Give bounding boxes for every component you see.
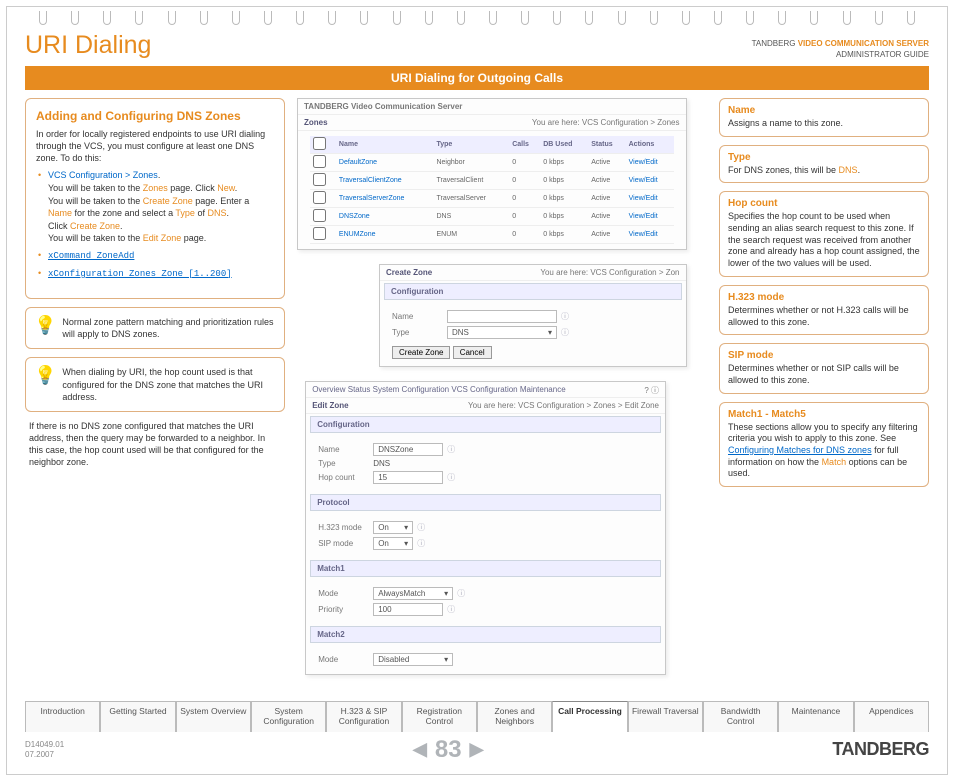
tab-appendices[interactable]: Appendices xyxy=(854,701,929,732)
prev-arrow-icon[interactable]: ◀ xyxy=(413,739,427,760)
help-icon[interactable]: ? ⓘ xyxy=(644,385,659,396)
tab-introduction[interactable]: Introduction xyxy=(25,701,100,732)
tip-text: Normal zone pattern matching and priorit… xyxy=(62,316,276,340)
spiral-binding xyxy=(7,7,947,27)
annot-hopcount: Hop countSpecifies the hop count to be u… xyxy=(719,191,929,276)
info-icon[interactable]: ⓘ xyxy=(561,311,569,322)
tab-zones-and-neighbors[interactable]: Zones and Neighbors xyxy=(477,701,552,732)
tab-getting-started[interactable]: Getting Started xyxy=(100,701,175,732)
tab-system-configuration[interactable]: System Configuration xyxy=(251,701,326,732)
priority-input[interactable]: 100 xyxy=(373,603,443,616)
note-text: If there is no DNS zone configured that … xyxy=(25,420,285,469)
page-number: 83 xyxy=(435,736,462,764)
sip-select[interactable]: On▾ xyxy=(373,537,413,550)
info-icon[interactable]: ⓘ xyxy=(447,472,455,483)
brand-logo: TANDBERG xyxy=(832,739,929,760)
zones-screenshot: TANDBERG Video Communication Server Zone… xyxy=(297,98,687,250)
annot-type: TypeFor DNS zones, this will be DNS. xyxy=(719,145,929,184)
right-column: NameAssigns a name to this zone. TypeFor… xyxy=(719,98,929,689)
tip-box: 💡 Normal zone pattern matching and prior… xyxy=(25,307,285,349)
info-icon[interactable]: ⓘ xyxy=(417,538,425,549)
pager: ◀ 83 ▶ xyxy=(413,736,483,764)
select-all-checkbox[interactable] xyxy=(313,137,326,150)
info-icon[interactable]: ⓘ xyxy=(457,588,465,599)
type-select[interactable]: DNS▾ xyxy=(447,326,557,339)
step-item: xConfiguration Zones Zone [1..200] xyxy=(36,267,274,281)
xconfig-link[interactable]: xConfiguration Zones Zone [1..200] xyxy=(48,269,232,279)
annot-h323: H.323 modeDetermines whether or not H.32… xyxy=(719,285,929,335)
doc-id: D14049.0107.2007 xyxy=(25,740,64,759)
annot-sip: SIP modeDetermines whether or not SIP ca… xyxy=(719,343,929,393)
left-column: Adding and Configuring DNS Zones In orde… xyxy=(25,98,285,689)
header: URI Dialing TANDBERG VIDEO COMMUNICATION… xyxy=(7,27,947,66)
ribbon: URI Dialing for Outgoing Calls xyxy=(25,66,929,90)
step-item: VCS Configuration > Zones. You will be t… xyxy=(36,169,274,245)
lightbulb-icon: 💡 xyxy=(34,366,56,384)
config-matches-link[interactable]: Configuring Matches for DNS zones xyxy=(728,445,872,455)
chevron-down-icon: ▾ xyxy=(444,655,448,664)
info-icon[interactable]: ⓘ xyxy=(447,444,455,455)
row-checkbox[interactable] xyxy=(313,155,326,168)
chevron-down-icon: ▾ xyxy=(444,589,448,598)
info-icon[interactable]: ⓘ xyxy=(417,522,425,533)
tab-call-processing[interactable]: Call Processing xyxy=(552,701,627,732)
zones-table: NameTypeCallsDB UsedStatusActions Defaul… xyxy=(310,136,674,244)
h323-select[interactable]: On▾ xyxy=(373,521,413,534)
tip-text: When dialing by URI, the hop count used … xyxy=(62,366,276,402)
annot-match: Match1 - Match5These sections allow you … xyxy=(719,402,929,487)
header-right: TANDBERG VIDEO COMMUNICATION SERVER ADMI… xyxy=(752,39,929,60)
instructions-heading: Adding and Configuring DNS Zones xyxy=(36,109,274,123)
tab-h-323-sip-configuration[interactable]: H.323 & SIP Configuration xyxy=(326,701,401,732)
row-checkbox[interactable] xyxy=(313,173,326,186)
tab-bandwidth-control[interactable]: Bandwidth Control xyxy=(703,701,778,732)
name-input[interactable] xyxy=(447,310,557,323)
steps-list: VCS Configuration > Zones. You will be t… xyxy=(36,169,274,280)
edit-zone-screenshot: Overview Status System Configuration VCS… xyxy=(305,381,666,675)
info-icon[interactable]: ⓘ xyxy=(447,604,455,615)
create-zone-button[interactable]: Create Zone xyxy=(392,346,450,359)
next-arrow-icon[interactable]: ▶ xyxy=(470,739,484,760)
row-checkbox[interactable] xyxy=(313,191,326,204)
tab-maintenance[interactable]: Maintenance xyxy=(778,701,853,732)
create-zone-screenshot: Create Zone You are here: VCS Configurat… xyxy=(379,264,687,367)
annot-name: NameAssigns a name to this zone. xyxy=(719,98,929,137)
chevron-down-icon: ▾ xyxy=(404,523,408,532)
instructions-box: Adding and Configuring DNS Zones In orde… xyxy=(25,98,285,299)
page: URI Dialing TANDBERG VIDEO COMMUNICATION… xyxy=(6,6,948,775)
row-checkbox[interactable] xyxy=(313,209,326,222)
cancel-button[interactable]: Cancel xyxy=(453,346,492,359)
mode-select[interactable]: AlwaysMatch▾ xyxy=(373,587,453,600)
bottom-tabs: IntroductionGetting StartedSystem Overvi… xyxy=(7,701,947,732)
xcommand-link[interactable]: xCommand ZoneAdd xyxy=(48,251,134,261)
info-icon[interactable]: ⓘ xyxy=(561,327,569,338)
tab-registration-control[interactable]: Registration Control xyxy=(402,701,477,732)
lightbulb-icon: 💡 xyxy=(34,316,56,334)
name-input[interactable]: DNSZone xyxy=(373,443,443,456)
row-checkbox[interactable] xyxy=(313,227,326,240)
step-item: xCommand ZoneAdd xyxy=(36,249,274,263)
table-row: TraversalServerZoneTraversalServer00 kbp… xyxy=(310,190,674,208)
tab-firewall-traversal[interactable]: Firewall Traversal xyxy=(628,701,703,732)
table-row: TraversalClientZoneTraversalClient00 kbp… xyxy=(310,172,674,190)
table-row: DefaultZoneNeighbor00 kbpsActiveView/Edi… xyxy=(310,154,674,172)
tab-system-overview[interactable]: System Overview xyxy=(176,701,251,732)
page-title: URI Dialing xyxy=(25,31,151,60)
columns: Adding and Configuring DNS Zones In orde… xyxy=(7,90,947,701)
chevron-down-icon: ▾ xyxy=(548,328,552,337)
table-row: DNSZoneDNS00 kbpsActiveView/Edit xyxy=(310,208,674,226)
tip-box: 💡 When dialing by URI, the hop count use… xyxy=(25,357,285,411)
footer: D14049.0107.2007 ◀ 83 ▶ TANDBERG xyxy=(7,732,947,774)
table-row: ENUMZoneENUM00 kbpsActiveView/Edit xyxy=(310,226,674,244)
middle-column: TANDBERG Video Communication Server Zone… xyxy=(297,98,707,689)
mode2-select[interactable]: Disabled▾ xyxy=(373,653,453,666)
instructions-intro: In order for locally registered endpoint… xyxy=(36,128,274,164)
chevron-down-icon: ▾ xyxy=(404,539,408,548)
hopcount-input[interactable]: 15 xyxy=(373,471,443,484)
